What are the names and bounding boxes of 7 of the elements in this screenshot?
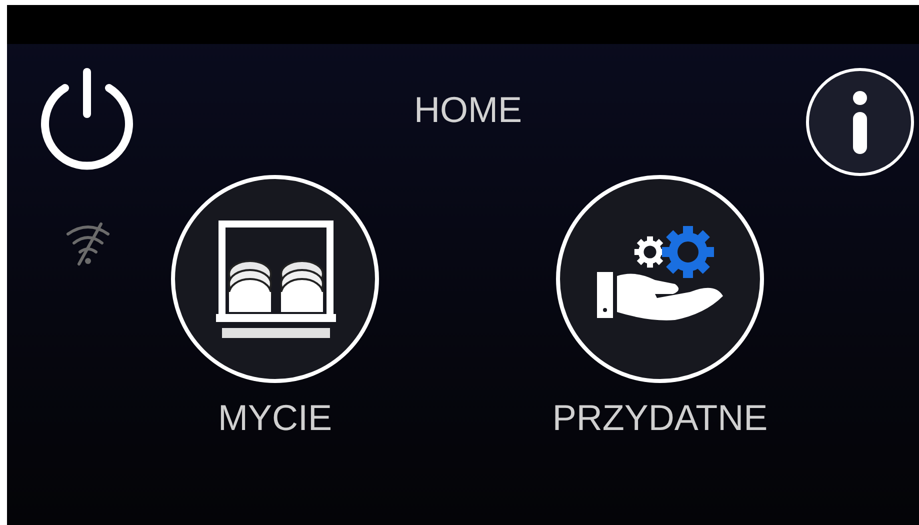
menu-tile-button[interactable]: PRZYDATNE [555,174,765,440]
wifi-off-icon [65,220,111,268]
info-icon [850,90,870,154]
dish-rack-icon [170,174,380,384]
menu-tile-button[interactable]: MYCIE [170,174,380,440]
hand-gears-icon [555,174,765,384]
page-title: HOME [414,88,522,132]
